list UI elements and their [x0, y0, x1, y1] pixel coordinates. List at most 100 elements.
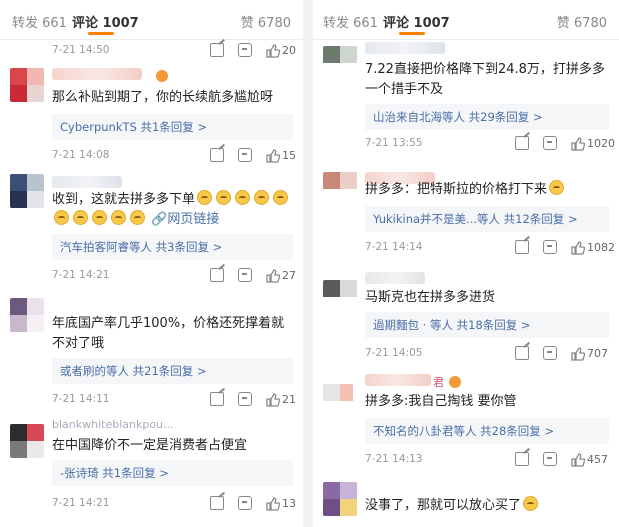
comment-icon[interactable]	[238, 268, 252, 282]
like-icon[interactable]	[266, 392, 281, 407]
share-icon[interactable]	[210, 43, 224, 57]
like-count: 20	[282, 44, 296, 57]
username-redacted[interactable]	[365, 374, 431, 386]
emoji-icon	[92, 210, 107, 225]
username-redacted[interactable]	[365, 272, 425, 284]
comment-meta: 7-21 13:55 1020	[365, 136, 615, 152]
panel-divider	[303, 0, 313, 527]
avatar[interactable]	[323, 482, 357, 516]
like-icon[interactable]	[266, 148, 281, 163]
comment-text: 在中国降价不一定是消费者占便宜	[52, 438, 248, 453]
tab-comments[interactable]: 评论 1007	[72, 12, 139, 31]
share-icon[interactable]	[515, 136, 529, 150]
comment-time: 7-21 14:05	[365, 347, 423, 359]
active-tab-indicator	[399, 32, 425, 35]
share-icon[interactable]	[210, 148, 224, 162]
emoji-icon	[523, 496, 539, 511]
emoji-icon	[111, 210, 126, 225]
replies-box[interactable]: 或者刷的等人 共21条回复 >	[52, 358, 293, 384]
comment-meta: 7-21 14:11 21	[52, 392, 296, 408]
comment-text: 拼多多:我自己掏钱 要你管	[365, 394, 517, 409]
username-redacted[interactable]	[52, 176, 122, 188]
right-comment-panel: 转发 661 评论 1007 赞 6780 7.22直接把价格降下到24.8万，…	[313, 0, 619, 527]
comment-icon[interactable]	[543, 240, 557, 254]
emoji-icon	[273, 190, 289, 205]
like-icon[interactable]	[266, 496, 281, 511]
avatar[interactable]	[10, 68, 44, 102]
tab-reposts[interactable]: 转发 661	[323, 12, 378, 31]
emoji-icon	[54, 210, 69, 225]
avatar[interactable]	[10, 298, 44, 332]
replies-box[interactable]: -张诗琦 共1条回复 >	[52, 460, 293, 486]
avatar[interactable]	[323, 280, 357, 300]
tab-comments[interactable]: 评论 1007	[383, 12, 450, 31]
comment-time: 7-21 14:21	[52, 269, 110, 281]
avatar[interactable]	[323, 46, 357, 66]
like-icon[interactable]	[571, 452, 586, 467]
comment-icon[interactable]	[238, 148, 252, 162]
avatar[interactable]	[10, 174, 44, 208]
tab-likes[interactable]: 赞 6780	[241, 12, 291, 31]
share-icon[interactable]	[515, 452, 529, 466]
comment-icon[interactable]	[543, 136, 557, 150]
like-count: 15	[282, 149, 296, 162]
replies-box[interactable]: 不知名的八卦君等人 共28条回复 >	[365, 418, 609, 444]
like-count: 457	[587, 453, 608, 466]
comment-text: 那么补贴到期了，你的长续航多尴尬呀	[52, 90, 274, 105]
comment-icon[interactable]	[238, 43, 252, 57]
replies-box[interactable]: 過期麵包 · 等人 共18条回复 >	[365, 312, 609, 338]
share-icon[interactable]	[210, 392, 224, 406]
like-count: 21	[282, 393, 296, 406]
username[interactable]: blankwhiteblankpou...	[52, 418, 174, 431]
emoji-icon	[130, 210, 145, 225]
comment-time: 7-21 13:55	[365, 137, 423, 149]
left-comment-panel: 转发 661 评论 1007 赞 6780 7-21 14:50 20 那么补贴…	[0, 0, 303, 527]
comment-icon[interactable]	[543, 346, 557, 360]
comment-text: 年底国产率几乎100%，价格还死撑着就不对了哦	[52, 316, 285, 351]
share-icon[interactable]	[515, 240, 529, 254]
emoji-icon	[73, 210, 88, 225]
like-icon[interactable]	[266, 43, 281, 58]
like-icon[interactable]	[571, 136, 586, 151]
comment-text: 马斯克也在拼多多进货	[365, 290, 496, 305]
emoji-icon	[216, 190, 232, 205]
like-count: 1020	[587, 137, 615, 150]
username-redacted[interactable]	[52, 68, 142, 80]
username-suffix[interactable]: 君	[433, 374, 444, 390]
tab-reposts[interactable]: 转发 661	[12, 12, 67, 31]
comment-icon[interactable]	[238, 392, 252, 406]
tab-likes[interactable]: 赞 6780	[557, 12, 607, 31]
comment-text: 7.22直接把价格降下到24.8万，打拼多多一个措手不及	[365, 62, 605, 97]
comment-meta: 7-21 14:14 1082	[365, 240, 615, 256]
like-icon[interactable]	[571, 346, 586, 361]
like-count: 27	[282, 269, 296, 282]
replies-box[interactable]: CyberpunkTS 共1条回复 >	[52, 114, 293, 140]
comment-meta: 7-21 14:21 27	[52, 268, 296, 284]
replies-box[interactable]: 汽车拍客阿睿等人 共3条回复 >	[52, 234, 293, 260]
comment-time: 7-21 14:50	[52, 44, 110, 56]
like-icon[interactable]	[266, 268, 281, 283]
emoji-icon	[549, 180, 565, 195]
replies-box[interactable]: Yukikina并不是美...等人 共12条回复 >	[365, 206, 609, 232]
like-count: 707	[587, 347, 608, 360]
comment-time: 7-21 14:11	[52, 393, 110, 405]
avatar[interactable]	[323, 384, 353, 408]
avatar[interactable]	[10, 424, 44, 458]
share-icon[interactable]	[210, 496, 224, 510]
share-icon[interactable]	[210, 268, 224, 282]
comment-time: 7-21 14:08	[52, 149, 110, 161]
comment-meta: 7-21 14:50 20	[52, 43, 296, 59]
comment-time: 7-21 14:14	[365, 241, 423, 253]
avatar[interactable]	[323, 172, 357, 198]
replies-box[interactable]: 山治来自北海等人 共29条回复 >	[365, 104, 609, 130]
username-redacted[interactable]	[365, 42, 445, 54]
comment-icon[interactable]	[543, 452, 557, 466]
like-icon[interactable]	[571, 240, 586, 255]
emoji-icon	[235, 190, 251, 205]
comment-icon[interactable]	[238, 496, 252, 510]
vip-badge-icon	[449, 376, 461, 388]
share-icon[interactable]	[515, 346, 529, 360]
web-link[interactable]: 🔗网页链接	[151, 212, 219, 227]
comment-text: 收到，这就去拼多多下单 🔗网页链接	[52, 190, 295, 230]
active-tab-indicator	[88, 32, 114, 35]
